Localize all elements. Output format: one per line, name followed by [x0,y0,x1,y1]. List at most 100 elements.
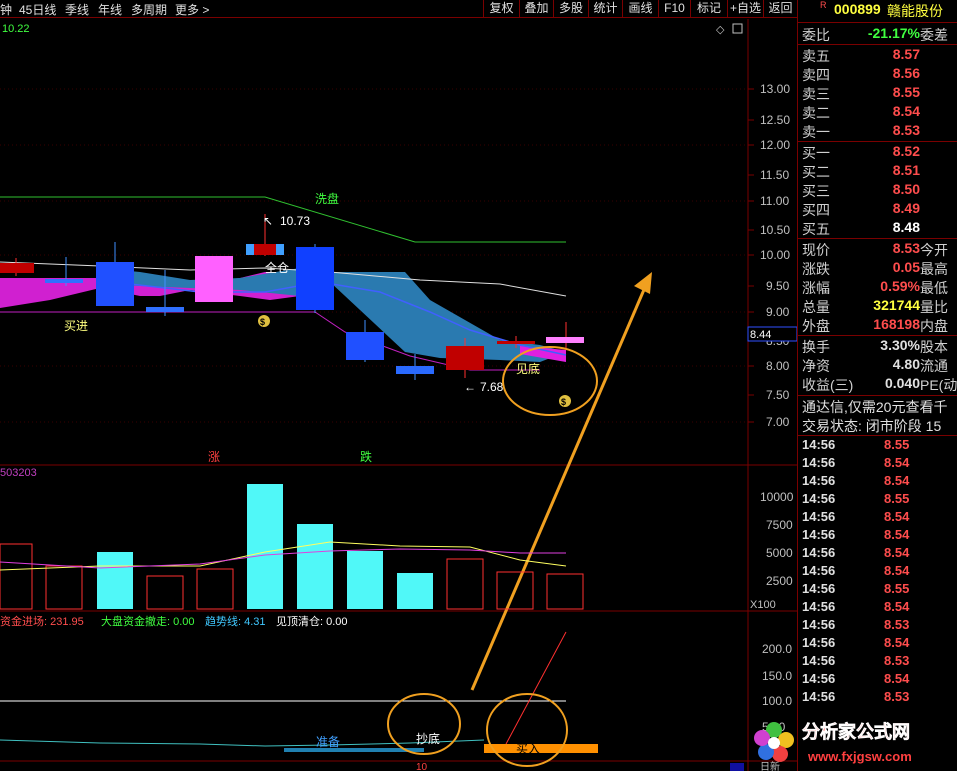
separator [798,22,957,23]
prepare-label: 准备 [316,735,340,749]
candle-10 [446,346,484,370]
svg-text:8.00: 8.00 [766,359,790,373]
list-item: 14:56 8.54 [802,635,910,650]
price-gridlines [0,88,748,423]
volume-axis: 10000 7500 5000 2500 [760,490,794,588]
current-price-value: 8.44 [750,329,771,341]
low-value: 7.68 [480,380,504,394]
svg-text:11.50: 11.50 [760,168,789,182]
separator [798,395,957,396]
high-value: 10.73 [280,214,310,228]
candle-8 [346,332,384,360]
indicator-legend: 资金进场: 231.95 大盘资金撤走: 0.00 趋势线: 4.31 见顶清仓… [0,614,348,628]
candle-1 [0,263,34,273]
maijin-label: 买进 [64,319,88,333]
weibi-row: 委比 -21.17% 委差 [802,25,948,43]
watermark: 分析家公式网 www.fxjgsw.com [752,716,957,771]
money-bag-icon: $ [559,395,571,407]
list-item: 14:56 8.54 [802,509,910,524]
f10-button[interactable]: F10 [658,0,690,18]
list-item: 14:56 8.55 [802,581,910,596]
bottom-fishing-label: 抄底 [416,731,440,746]
multi-stock-button[interactable]: 多股 [553,0,588,18]
svg-text:200.0: 200.0 [762,642,792,656]
diamond-icon[interactable]: ◇ [716,24,725,36]
mark-button[interactable]: 标记 [690,0,727,18]
rights-tag: R [820,0,827,10]
buy-bar [484,744,598,753]
period-more[interactable]: 更多 > [175,1,209,18]
toolbar: 钟 45日线 季线 年线 多周期 更多 > 复权 叠加 多股 统计 画线 F10… [0,0,797,18]
candle-9 [396,366,434,374]
restore-rights-button[interactable]: 复权 [483,0,519,18]
volume-label: 503203 [0,467,37,479]
scroll-button[interactable] [730,763,744,771]
svg-text:见顶清仓: 0.00: 见顶清仓: 0.00 [276,614,348,628]
list-item: 14:56 8.54 [802,563,910,578]
capital-inflow-line [505,631,567,745]
quancang-label: 全仓 [265,260,289,275]
draw-line-button[interactable]: 画线 [622,0,658,18]
stats-button[interactable]: 统计 [588,0,622,18]
separator [798,435,957,436]
svg-text:7.00: 7.00 [766,415,790,429]
list-item: 14:56 8.54 [802,599,910,614]
period-year[interactable]: 年线 [98,1,122,18]
svg-text:5000: 5000 [766,546,793,560]
watermark-title: 分析家公式网 [802,721,910,742]
stock-header: R 000899 赣能股份 [798,0,957,21]
period-45day[interactable]: 45日线 [19,1,56,18]
svg-text:11.00: 11.00 [760,194,789,208]
back-button[interactable]: 返回 [763,0,797,18]
svg-text:9.50: 9.50 [766,279,790,293]
stock-name: 赣能股份 [887,3,943,19]
candle-3 [96,262,134,306]
candle-11 [497,341,535,344]
flower-logo-icon [754,722,794,762]
list-item: 14:56 8.54 [802,455,910,470]
separator [798,44,957,45]
candle-7 [296,247,334,310]
candle-5 [195,256,233,302]
stock-code: 000899 [834,1,881,17]
chart-area[interactable]: 10.22 ◇ 13.00 12.50 12.00 11.50 11.00 10… [0,19,797,771]
overlay-button[interactable]: 叠加 [519,0,553,18]
promo-link[interactable]: 通达信,仅需20元查看千 [798,397,957,415]
svg-text:$: $ [561,397,566,407]
list-item: 14:56 8.53 [802,689,910,704]
money-bag-icon: $ [258,315,270,327]
svg-text:2500: 2500 [766,574,793,588]
list-item: 14:56 8.54 [802,671,910,686]
svg-text:150.0: 150.0 [762,669,792,683]
zhang-label: 涨 [208,449,220,464]
candle-4 [146,307,184,312]
list-item: 14:56 8.55 [802,437,910,452]
list-item: 14:56 8.54 [802,527,910,542]
svg-text:7.50: 7.50 [766,388,790,402]
price-axis: 13.00 12.50 12.00 11.50 11.00 10.50 10.0… [760,82,790,429]
add-favorite-button[interactable]: +自选 [727,0,763,18]
expand-icon[interactable] [732,23,743,34]
svg-text:13.00: 13.00 [760,82,790,96]
period-multi[interactable]: 多周期 [131,1,167,18]
high-marker: ↖ [263,214,273,228]
svg-text:12.50: 12.50 [760,113,790,127]
period-minute[interactable]: 钟 [0,1,12,18]
svg-text:大盘资金撤走: 0.00: 大盘资金撤走: 0.00 [101,614,195,628]
buy-label: 买入 [516,742,540,756]
list-item: 14:56 8.53 [802,617,910,632]
svg-text:$: $ [260,317,265,327]
die-label: 跌 [360,449,372,464]
svg-text:资金进场: 231.95: 资金进场: 231.95 [0,614,84,628]
list-item: 14:56 8.54 [802,545,910,560]
svg-text:7500: 7500 [766,518,793,532]
trend-line [0,739,485,747]
jiandi-label: 见底 [516,361,540,376]
period-quarter[interactable]: 季线 [65,1,89,18]
volume-multiplier: X100 [750,599,776,611]
svg-text:10000: 10000 [760,490,794,504]
washout-label: 洗盘 [315,191,339,206]
watermark-url: www.fxjgsw.com [807,749,912,764]
main-top-value: 10.22 [2,23,30,35]
list-item: 14:56 8.53 [802,653,910,668]
